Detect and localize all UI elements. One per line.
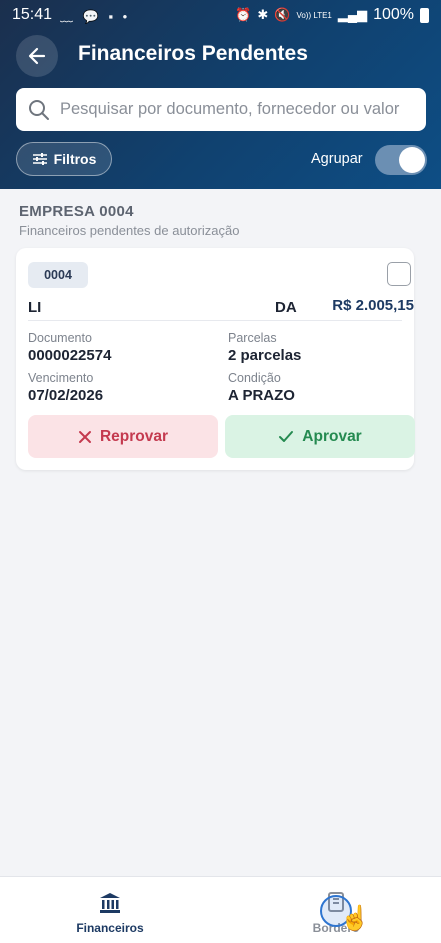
documento-label: Documento (28, 331, 92, 345)
arrow-left-icon (28, 47, 46, 65)
vencimento-value: 07/02/2026 (28, 387, 104, 404)
search-bar[interactable] (16, 88, 426, 131)
documento-value: 0000022574 (28, 347, 112, 364)
bottom-navigation: Financeiros Borderô (0, 876, 441, 943)
filters-button[interactable]: Filtros (16, 142, 112, 176)
mute-icon: 🔇 (274, 7, 291, 22)
back-button[interactable] (16, 35, 58, 77)
status-right: ⏰ ✱ 🔇 Vo)) LTE1 ▂▄▆ 100% (235, 6, 429, 24)
supplier-name-start: LI (28, 299, 42, 316)
reject-label: Reprovar (99, 427, 169, 445)
sliders-icon (32, 153, 47, 165)
parcelas-label: Parcelas (228, 331, 277, 345)
alarm-icon: ⏰ (235, 7, 252, 22)
bank-icon (100, 893, 120, 913)
search-input[interactable] (60, 100, 405, 119)
nav-item-financeiros[interactable]: Financeiros (50, 891, 170, 935)
company-code-badge: 0004 (28, 262, 88, 288)
reject-button[interactable]: Reprovar (28, 415, 218, 458)
search-icon (29, 99, 49, 120)
signal-icon: ▂▄▆ (337, 7, 368, 22)
page-title: Financeiros Pendentes (78, 42, 308, 65)
supplier-name-end: DA (275, 299, 297, 316)
filters-label: Filtros (53, 151, 97, 167)
condicao-label: Condição (228, 371, 281, 385)
divider (28, 320, 402, 321)
company-group-title: EMPRESA 0004 (19, 203, 134, 220)
battery-percent: 100% (373, 6, 414, 23)
app-header: 15:41 ﹏ 💬 ▪ • ⏰ ✱ 🔇 Vo)) LTE1 ▂▄▆ 100% F… (0, 0, 441, 189)
pointer-hand-icon: ☝ (340, 905, 370, 932)
check-icon (279, 430, 294, 442)
group-toggle[interactable] (375, 145, 427, 175)
group-label: Agrupar (311, 151, 363, 167)
select-checkbox[interactable] (387, 262, 411, 286)
network-label: Vo)) LTE1 (296, 10, 332, 20)
toggle-knob (399, 147, 425, 173)
close-icon (78, 430, 91, 443)
vencimento-label: Vencimento (28, 371, 94, 385)
status-bar: 15:41 ﹏ 💬 ▪ • ⏰ ✱ 🔇 Vo)) LTE1 ▂▄▆ 100% (0, 0, 441, 30)
notification-icons: ﹏ 💬 ▪ • (60, 8, 131, 24)
status-time: 15:41 (12, 6, 53, 23)
battery-icon (420, 7, 429, 23)
approve-label: Aprovar (302, 427, 362, 445)
parcelas-value: 2 parcelas (228, 347, 302, 364)
nav-label-financeiros: Financeiros (76, 921, 144, 935)
pending-financial-card[interactable]: 0004 LI DA R$ 2.005,15 Documento 0000022… (16, 248, 415, 470)
bluetooth-icon: ✱ (257, 7, 269, 22)
approve-button[interactable]: Aprovar (225, 415, 415, 458)
condicao-value: A PRAZO (228, 387, 295, 404)
company-group-subtitle: Financeiros pendentes de autorização (19, 223, 240, 238)
amount-value: R$ 2.005,15 (332, 297, 414, 314)
